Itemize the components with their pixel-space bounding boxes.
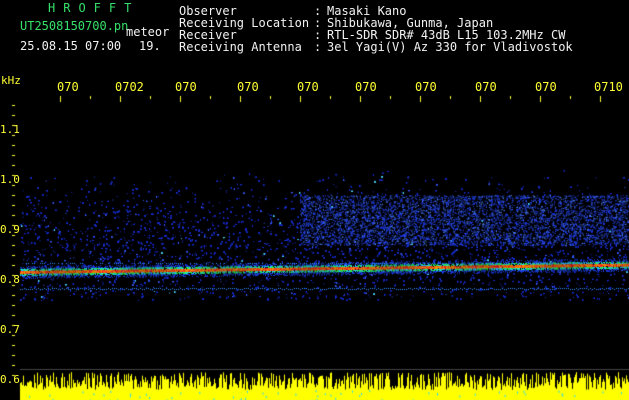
meteor-label: meteor xyxy=(126,25,170,39)
time-label: 070 xyxy=(535,80,557,94)
observation-datetime: 25.08.15 07:00 xyxy=(20,39,122,53)
freq-label-0-8: 0.8 xyxy=(0,273,20,286)
freq-label-1-1: 1.1 xyxy=(0,123,20,136)
colon: : xyxy=(314,40,322,54)
antenna-label: Receiving Antenna xyxy=(179,40,302,54)
time-label: 070 xyxy=(297,80,319,94)
time-label: 070 xyxy=(57,80,79,94)
time-label: 070 xyxy=(475,80,497,94)
spectrogram-canvas xyxy=(0,0,629,400)
image-filename: UT2508150700.pn xyxy=(20,19,129,33)
meteor-count: 19. xyxy=(139,39,161,53)
time-label: 0710 xyxy=(594,80,623,94)
time-label: 070 xyxy=(415,80,437,94)
time-label: 0702 xyxy=(115,80,144,94)
hrofft-spectrogram-window: HROFFT UT2508150700.pn meteor 25.08.15 0… xyxy=(0,0,629,400)
brand-title: HROFFT xyxy=(48,1,140,15)
freq-label-0-9: 0.9 xyxy=(0,223,20,236)
time-label: 070 xyxy=(175,80,197,94)
time-label: 070 xyxy=(237,80,259,94)
freq-label-1-0: 1.0 xyxy=(0,173,20,186)
frequency-unit-label: kHz xyxy=(1,74,21,87)
antenna-value: 3el Yagi(V) Az 330 for Vladivostok xyxy=(327,40,573,54)
freq-label-0-7: 0.7 xyxy=(0,323,20,336)
time-label: 070 xyxy=(355,80,377,94)
freq-label-0-6: 0.6 xyxy=(0,373,20,386)
